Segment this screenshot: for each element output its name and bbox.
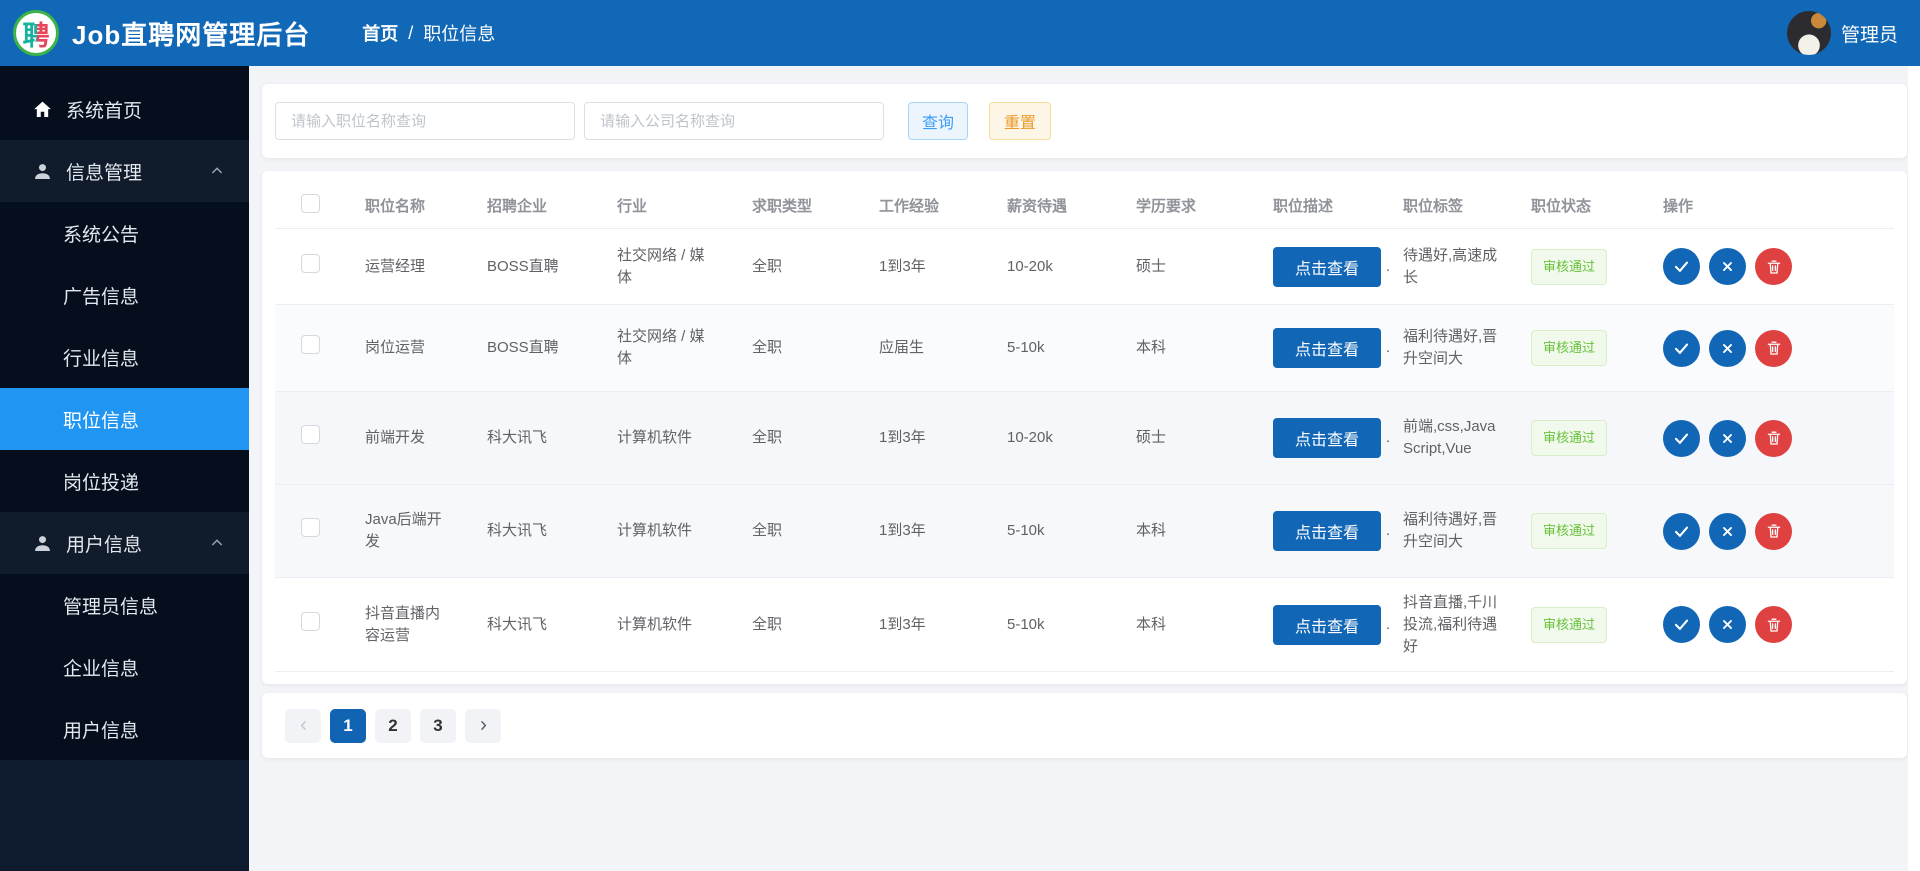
search-panel: 查询 重置 — [262, 84, 1907, 158]
col-job-title: 职位名称 — [365, 198, 426, 215]
status-badge: 审核通过 — [1531, 513, 1608, 549]
breadcrumb-current: 职位信息 — [423, 24, 496, 44]
row-checkbox[interactable] — [301, 253, 320, 273]
query-button[interactable]: 查询 — [908, 102, 968, 140]
pagination-prev-button[interactable] — [285, 708, 321, 743]
pagination-next-button[interactable] — [465, 708, 501, 743]
view-description-button[interactable]: 点击查看 — [1273, 511, 1381, 551]
status-badge: 审核通过 — [1531, 420, 1608, 456]
job-title: 运营经理 — [365, 257, 426, 275]
status-badge: 审核通过 — [1531, 330, 1608, 366]
col-status: 职位状态 — [1531, 198, 1592, 215]
job-tags: 福利待遇好,晋升空间大 — [1403, 328, 1498, 367]
status-badge: 审核通过 — [1531, 606, 1608, 643]
select-all-checkbox[interactable] — [301, 194, 320, 213]
col-education: 学历要求 — [1136, 198, 1197, 215]
user-name: 管理员 — [1840, 24, 1898, 46]
app-title: Job直聘网管理后台 — [72, 19, 311, 50]
col-company: 招聘企业 — [487, 198, 548, 215]
view-description-button[interactable]: 点击查看 — [1273, 246, 1381, 287]
view-description-button[interactable]: 点击查看 — [1273, 418, 1381, 458]
row-checkbox[interactable] — [301, 611, 320, 631]
sidebar-item-system-announcement[interactable]: 系统公告 — [0, 202, 249, 264]
view-description-button[interactable]: 点击查看 — [1273, 328, 1381, 368]
job-tags: 福利待遇好,晋升空间大 — [1403, 511, 1498, 550]
breadcrumb-separator: / — [408, 22, 414, 43]
col-job-type: 求职类型 — [752, 198, 813, 215]
approve-button[interactable] — [1663, 329, 1700, 367]
app-logo-icon: 聘 — [13, 10, 59, 56]
vertical-scrollbar[interactable] — [1908, 66, 1920, 871]
logo-glyph: 聘 — [23, 14, 50, 53]
sidebar-item-home[interactable]: 系统首页 — [0, 78, 249, 140]
user-icon — [32, 533, 53, 554]
row-checkbox[interactable] — [301, 518, 320, 537]
col-tags: 职位标签 — [1403, 198, 1464, 215]
sidebar-item-ad-info[interactable]: 广告信息 — [0, 264, 249, 326]
delete-button[interactable] — [1755, 512, 1792, 550]
home-icon — [32, 99, 53, 120]
reject-button[interactable] — [1709, 512, 1746, 550]
row-checkbox[interactable] — [301, 425, 320, 444]
sidebar-item-company-info[interactable]: 企业信息 — [0, 636, 249, 698]
sidebar-item-job-info[interactable]: 职位信息 — [0, 388, 249, 450]
table-row: Java后端开发 科大讯飞 计算机软件 全职 1到3年 5-10k 本科 点击查… — [275, 485, 1894, 578]
sidebar: 系统首页 信息管理 系统公告 广告信息 行业信息 职位信息 岗位投递 用户信息 … — [0, 66, 249, 871]
job-name-search-input[interactable] — [275, 102, 575, 140]
delete-button[interactable] — [1755, 329, 1792, 367]
reject-button[interactable] — [1709, 329, 1746, 367]
reset-button[interactable]: 重置 — [989, 102, 1051, 140]
job-tags: 待遇好,高速成长 — [1403, 246, 1498, 286]
col-industry: 行业 — [617, 198, 648, 215]
job-tags: 抖音直播,千川投流,福利待遇好 — [1403, 593, 1498, 655]
sidebar-item-job-delivery[interactable]: 岗位投递 — [0, 450, 249, 512]
view-description-button[interactable]: 点击查看 — [1273, 604, 1381, 645]
sidebar-group-info-management[interactable]: 信息管理 — [0, 140, 249, 202]
pagination-page-3[interactable]: 3 — [420, 708, 456, 743]
table-row: 运营经理 BOSS直聘 社交网络 / 媒体 全职 1到3年 10-20k 硕士 … — [275, 229, 1894, 305]
status-badge: 审核通过 — [1531, 248, 1608, 285]
reject-button[interactable] — [1709, 248, 1746, 285]
delete-button[interactable] — [1755, 248, 1792, 285]
user-avatar[interactable] — [1786, 11, 1831, 55]
chevron-up-icon — [209, 163, 225, 179]
approve-button[interactable] — [1663, 606, 1700, 643]
sidebar-item-industry-info[interactable]: 行业信息 — [0, 326, 249, 388]
sidebar-item-admin-info[interactable]: 管理员信息 — [0, 574, 249, 636]
col-salary: 薪资待遇 — [1007, 198, 1068, 215]
sidebar-group-user-info[interactable]: 用户信息 — [0, 512, 249, 574]
table-header-row: 职位名称 招聘企业 行业 求职类型 工作经验 薪资待遇 学历要求 职位描述 职位… — [275, 183, 1894, 229]
breadcrumb: 首页 / 职位信息 — [362, 20, 495, 46]
col-experience: 工作经验 — [879, 198, 940, 215]
col-actions: 操作 — [1663, 198, 1694, 215]
job-title: Java后端开发 — [365, 511, 442, 550]
job-title: 岗位运营 — [365, 339, 426, 356]
approve-button[interactable] — [1663, 512, 1700, 550]
job-title: 前端开发 — [365, 429, 426, 446]
reject-button[interactable] — [1709, 419, 1746, 457]
approve-button[interactable] — [1663, 248, 1700, 285]
approve-button[interactable] — [1663, 419, 1700, 457]
col-description: 职位描述 — [1273, 198, 1334, 215]
table-row: 前端开发 科大讯飞 计算机软件 全职 1到3年 10-20k 硕士 点击查看 .… — [275, 392, 1894, 485]
delete-button[interactable] — [1755, 419, 1792, 457]
breadcrumb-home[interactable]: 首页 — [362, 20, 398, 46]
app-header: 聘 Job直聘网管理后台 首页 / 职位信息 管理员 — [0, 0, 1920, 66]
pagination: 1 2 3 — [262, 693, 1907, 758]
table-row: 抖音直播内容运营 科大讯飞 计算机软件 全职 1到3年 5-10k 本科 点击查… — [275, 578, 1894, 672]
user-icon — [32, 161, 53, 182]
chevron-up-icon — [209, 535, 225, 551]
job-tags: 前端,css,JavaScript,Vue — [1403, 418, 1496, 457]
job-title: 抖音直播内容运营 — [365, 604, 441, 644]
pagination-page-2[interactable]: 2 — [375, 708, 411, 743]
main-content: 查询 重置 职位名称 招聘企业 行业 求职类型 工作经验 薪资待遇 学历要求 职… — [249, 66, 1920, 871]
reject-button[interactable] — [1709, 606, 1746, 643]
table-row: 岗位运营 BOSS直聘 社交网络 / 媒体 全职 应届生 5-10k 本科 点击… — [275, 305, 1894, 392]
row-checkbox[interactable] — [301, 335, 320, 354]
delete-button[interactable] — [1755, 606, 1792, 643]
job-table: 职位名称 招聘企业 行业 求职类型 工作经验 薪资待遇 学历要求 职位描述 职位… — [262, 171, 1907, 684]
company-name-search-input[interactable] — [584, 102, 884, 140]
sidebar-item-user-info[interactable]: 用户信息 — [0, 698, 249, 760]
pagination-page-1[interactable]: 1 — [330, 708, 366, 743]
